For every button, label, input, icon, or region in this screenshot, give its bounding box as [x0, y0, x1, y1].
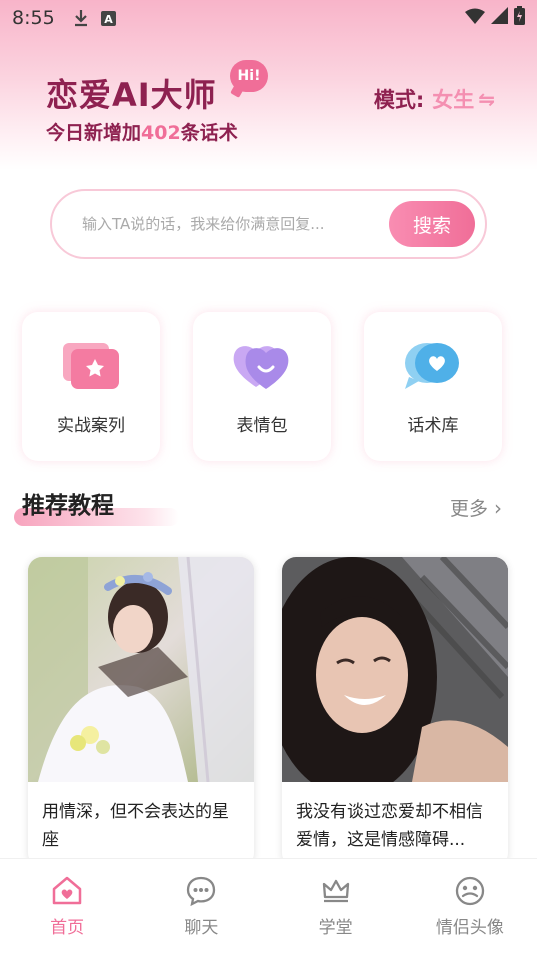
tab-couple-avatar[interactable]: 情侣头像	[403, 859, 537, 957]
mode-switch[interactable]: 模式: 女生 ⇋	[374, 84, 495, 114]
status-bar: 8:55 A	[0, 0, 537, 36]
subtitle-count: 402	[141, 122, 181, 144]
feature-label: 实战案列	[57, 416, 125, 436]
tab-label: 情侣头像	[435, 918, 504, 938]
tab-label: 首页	[50, 918, 85, 938]
tutorial-title: 用情深，但不会表达的星座	[42, 802, 229, 850]
feature-label: 表情包	[236, 416, 288, 436]
tutorial-title: 我没有谈过恋爱却不相信爱情，这是情感障碍...	[296, 802, 483, 850]
search-button[interactable]: 搜索	[389, 201, 475, 247]
svg-text:A: A	[104, 13, 113, 26]
chat-heart-icon	[405, 343, 459, 389]
daily-new-count: 今日新增加402条话术	[46, 118, 238, 145]
tab-label: 聊天	[184, 918, 219, 938]
wifi-icon	[465, 7, 485, 29]
search-input[interactable]	[80, 214, 389, 234]
download-icon	[73, 9, 89, 27]
heart-smile-icon	[233, 346, 289, 389]
tab-school[interactable]: 学堂	[269, 859, 403, 957]
subtitle-prefix: 今日新增加	[46, 122, 142, 144]
feature-label: 话术库	[407, 416, 459, 436]
feature-cases[interactable]: 实战案列	[22, 312, 160, 461]
app-title: 恋爱AI大师	[46, 76, 217, 114]
subtitle-suffix: 条话术	[180, 122, 238, 144]
mode-label: 模式:	[373, 88, 425, 112]
tab-home[interactable]: 首页	[0, 859, 134, 957]
feature-grid: 实战案列 表情包 话术库	[22, 312, 502, 461]
tutorial-card[interactable]: 用情深，但不会表达的星座	[28, 557, 254, 867]
keyboard-a-icon: A	[100, 10, 116, 26]
tab-chat[interactable]: 聊天	[134, 859, 268, 957]
swap-icon: ⇋	[478, 87, 495, 111]
smiling-girl-photo	[282, 557, 508, 797]
feature-stickers[interactable]: 表情包	[193, 312, 331, 461]
girl-in-hammock-photo	[28, 557, 254, 783]
feature-phrases[interactable]: 话术库	[364, 312, 502, 461]
folder-star-icon	[63, 343, 119, 389]
tutorial-list: 用情深，但不会表达的星座 我没有谈过恋爱却不相信爱情，这是情感障碍...	[28, 557, 508, 867]
section-title: 推荐教程	[22, 493, 114, 519]
mode-value: 女生	[432, 88, 475, 112]
app-brand: 恋爱AI大师	[46, 70, 217, 116]
home-heart-icon	[52, 876, 82, 905]
recommended-section-header: 推荐教程 更多 ›	[14, 486, 502, 526]
crown-icon	[322, 879, 349, 903]
battery-icon	[514, 6, 525, 30]
tab-label: 学堂	[318, 918, 353, 938]
tutorial-card[interactable]: 我没有谈过恋爱却不相信爱情，这是情感障碍...	[282, 557, 508, 867]
search-bar: 搜索	[50, 189, 487, 259]
bottom-tab-bar: 首页 聊天 学堂 情侣头像	[0, 858, 537, 957]
hi-badge: Hi!	[230, 60, 268, 92]
chat-bubble-icon	[187, 876, 216, 907]
couple-face-icon	[455, 876, 485, 906]
status-time: 8:55	[12, 7, 55, 29]
cell-signal-icon	[491, 7, 508, 29]
